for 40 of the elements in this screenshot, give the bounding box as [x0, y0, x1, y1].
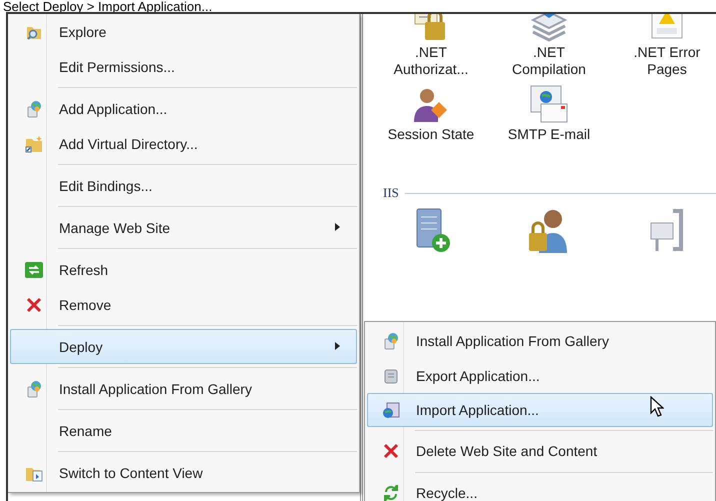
- submenu-arrow-icon: [335, 342, 340, 350]
- feature-label[interactable]: SMTP E-mail: [508, 126, 590, 143]
- feature-label[interactable]: .NET Error Pages: [617, 44, 716, 78]
- feature-label[interactable]: .NET Compilation: [499, 44, 599, 78]
- feature-label[interactable]: .NET Authorizat...: [381, 44, 481, 78]
- globe-app-icon: [25, 100, 43, 118]
- menu-item[interactable]: Install Application From Gallery: [10, 371, 357, 406]
- menu-item[interactable]: Edit Bindings...: [10, 168, 357, 203]
- clamp-icon: [649, 207, 685, 253]
- submenu-arrow-icon: [335, 223, 340, 231]
- close-icon: [383, 443, 399, 460]
- folder-icon: [25, 134, 43, 152]
- caption-text: Select Deploy > Import Application...: [2, 0, 214, 12]
- globe-app-icon: [25, 380, 43, 398]
- menu-item[interactable]: Explore: [10, 14, 357, 49]
- package-icon: [382, 366, 400, 385]
- recycle-icon: [383, 484, 399, 501]
- menu-item[interactable]: Manage Web Site: [10, 210, 357, 245]
- menu-item[interactable]: Deploy: [10, 329, 357, 364]
- menu-item[interactable]: Recycle...: [367, 476, 713, 501]
- globe-app-icon: [382, 332, 400, 350]
- menu-item[interactable]: Import Application...: [367, 392, 713, 428]
- group-header: IIS: [383, 185, 399, 201]
- close-icon: [26, 296, 42, 312]
- menu-item[interactable]: Switch to Content View: [10, 455, 357, 490]
- menu-item[interactable]: Refresh: [10, 252, 357, 287]
- menu-item[interactable]: Add Application...: [10, 91, 357, 126]
- box-globe-icon: [382, 401, 400, 420]
- layers-icon: [529, 14, 569, 42]
- menu-item[interactable]: Remove: [10, 287, 357, 322]
- menu-item[interactable]: Delete Web Site and Content: [367, 434, 713, 469]
- globe-envelope-icon: [529, 84, 569, 124]
- menu-item[interactable]: Add Virtual Directory...: [10, 126, 357, 161]
- refresh-icon: [25, 262, 43, 278]
- menu-item[interactable]: Rename: [10, 413, 357, 448]
- menu-item[interactable]: Export Application...: [367, 358, 713, 393]
- feature-label[interactable]: Session State: [388, 126, 474, 143]
- menu-item[interactable]: Edit Permissions...: [10, 49, 357, 84]
- mouse-pointer-icon: [650, 396, 664, 418]
- menu-item[interactable]: Install Application From Gallery: [367, 324, 713, 358]
